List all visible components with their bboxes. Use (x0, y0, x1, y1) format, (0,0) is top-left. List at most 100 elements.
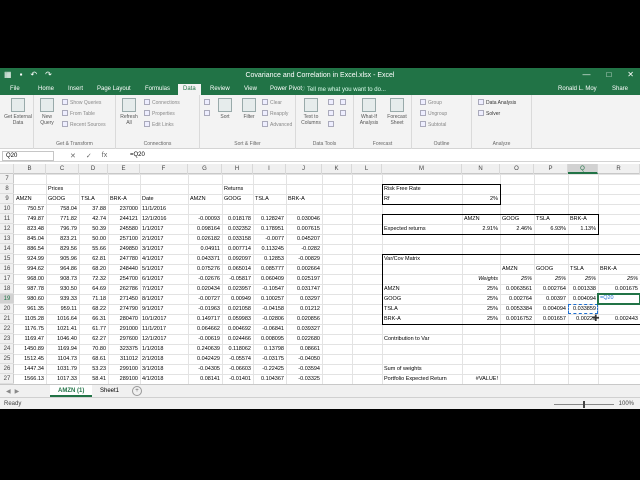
return-cell[interactable]: 0.149717 (190, 314, 220, 324)
return-cell[interactable]: 0.064662 (190, 324, 220, 334)
price-cell[interactable]: 959.11 (48, 304, 77, 314)
return-cell[interactable]: 0.100257 (255, 294, 284, 304)
price-cell[interactable]: 1017.33 (48, 374, 77, 384)
row-header-21[interactable]: 21 (0, 314, 14, 324)
date-cell[interactable]: 7/1/2017 (142, 284, 186, 294)
price-cell[interactable]: 70.80 (81, 344, 106, 354)
return-cell[interactable]: 0.032352 (224, 224, 251, 234)
price-cell[interactable]: 58.41 (81, 374, 106, 384)
price-cell[interactable]: 271450 (110, 294, 138, 304)
weight-cell[interactable]: 25% (600, 274, 638, 284)
price-cell[interactable]: 1105.28 (16, 314, 44, 324)
return-cell[interactable]: 0.021058 (224, 304, 251, 314)
return-cell[interactable]: 0.085777 (255, 264, 284, 274)
function-icon[interactable]: fx (102, 152, 107, 160)
varcov-label[interactable]: Var/Cov Matrix (384, 254, 460, 264)
return-cell[interactable]: 0.023957 (224, 284, 251, 294)
return-cell[interactable]: 0.008095 (255, 334, 284, 344)
matrix-col-header[interactable]: TSLA (570, 264, 596, 274)
return-cell[interactable]: 0.240639 (190, 344, 220, 354)
column-header-k[interactable]: K (322, 164, 352, 174)
date-cell[interactable]: 3/1/2017 (142, 244, 186, 254)
price-cell[interactable]: 311012 (110, 354, 138, 364)
return-cell[interactable]: -0.03175 (255, 354, 284, 364)
sheet-nav-arrows[interactable]: ◀▶ (6, 388, 23, 395)
date-cell[interactable]: 11/1/2016 (142, 204, 186, 214)
price-cell[interactable]: 249850 (110, 244, 138, 254)
price-col-header[interactable]: GOOG (48, 194, 77, 204)
return-cell[interactable]: 0.13798 (255, 344, 284, 354)
price-cell[interactable]: 280470 (110, 314, 138, 324)
matrix-col-header[interactable]: AMZN (502, 264, 532, 274)
text-to-columns-button[interactable]: Text to Columns (298, 98, 324, 126)
cancel-icon[interactable]: ✕ (70, 152, 76, 160)
prices-header[interactable]: Prices (48, 184, 77, 194)
price-cell[interactable]: 924.99 (16, 254, 44, 264)
return-cell[interactable]: -0.04158 (255, 304, 284, 314)
price-cell[interactable]: 1447.34 (16, 364, 44, 374)
return-cell[interactable]: -0.0282 (288, 244, 320, 254)
price-cell[interactable]: 50.39 (81, 224, 106, 234)
row-header-18[interactable]: 18 (0, 284, 14, 294)
date-cell[interactable]: 4/1/2018 (142, 374, 186, 384)
ticker-header[interactable]: TSLA (536, 214, 566, 224)
sort-za-button[interactable] (204, 110, 212, 118)
return-cell[interactable]: -0.00093 (190, 214, 220, 224)
date-cell[interactable]: 1/1/2018 (142, 344, 186, 354)
price-cell[interactable]: 749.87 (16, 214, 44, 224)
recent-sources-button[interactable]: Recent Sources (62, 121, 106, 129)
row-header-7[interactable]: 7 (0, 174, 14, 184)
row-header-14[interactable]: 14 (0, 244, 14, 254)
sum-weights-label[interactable]: Sum of weights (384, 364, 460, 374)
group-button[interactable]: Group (420, 99, 442, 107)
matrix-row-label[interactable]: TSLA (384, 304, 460, 314)
price-cell[interactable]: 964.86 (48, 264, 77, 274)
return-cell[interactable]: -0.05574 (224, 354, 251, 364)
return-col-header[interactable]: AMZN (190, 194, 220, 204)
forecast-sheet-button[interactable]: Forecast Sheet (384, 98, 410, 126)
tab-review[interactable]: Review (210, 86, 230, 92)
column-header-c[interactable]: C (46, 164, 79, 174)
return-cell[interactable]: -0.03594 (288, 364, 320, 374)
ticker-header[interactable]: GOOG (502, 214, 532, 224)
price-cell[interactable]: 62.81 (81, 254, 106, 264)
row-header-13[interactable]: 13 (0, 234, 14, 244)
return-cell[interactable]: 0.039327 (288, 324, 320, 334)
row-header-22[interactable]: 22 (0, 324, 14, 334)
clear-button[interactable]: Clear (262, 99, 282, 107)
matrix-row-label[interactable]: GOOG (384, 294, 460, 304)
return-cell[interactable]: 0.020856 (288, 314, 320, 324)
sort-button[interactable]: Sort (214, 98, 236, 120)
date-cell[interactable]: 8/1/2017 (142, 294, 186, 304)
weight-cell[interactable]: 25% (536, 274, 566, 284)
return-cell[interactable]: 0.007714 (224, 244, 251, 254)
price-cell[interactable]: 939.33 (48, 294, 77, 304)
rf-label[interactable]: Rf (384, 194, 460, 204)
row-header-25[interactable]: 25 (0, 354, 14, 364)
date-cell[interactable]: 2/1/2018 (142, 354, 186, 364)
name-box[interactable]: Q20 (2, 151, 54, 161)
date-cell[interactable]: 4/1/2017 (142, 254, 186, 264)
return-cell[interactable]: 0.020434 (190, 284, 220, 294)
column-header-l[interactable]: L (352, 164, 382, 174)
column-header-q[interactable]: Q (568, 164, 598, 174)
row-header-26[interactable]: 26 (0, 364, 14, 374)
price-cell[interactable]: 61.77 (81, 324, 106, 334)
return-cell[interactable]: 0.043371 (190, 254, 220, 264)
spreadsheet-grid[interactable]: BCDEFGHIJKLMNOPQR 7 8 9 10 11 12 13 14 15 16 17 18 1… (0, 164, 640, 384)
matrix-cell[interactable]: 0.004094 (570, 294, 596, 304)
return-cell[interactable]: 0.065014 (224, 264, 251, 274)
column-header-p[interactable]: P (534, 164, 568, 174)
date-cell[interactable]: 12/1/2017 (142, 334, 186, 344)
matrix-cell[interactable]: 0.001657 (536, 314, 566, 324)
ungroup-button[interactable]: Ungroup (420, 110, 447, 118)
share-button[interactable]: Share (612, 86, 628, 92)
date-cell[interactable]: 11/1/2017 (142, 324, 186, 334)
column-header-o[interactable]: O (500, 164, 534, 174)
price-cell[interactable]: 980.60 (16, 294, 44, 304)
matrix-col-header[interactable]: BRK-A (600, 264, 638, 274)
return-cell[interactable]: 0.004692 (224, 324, 251, 334)
get-external-data-button[interactable]: Get External Data (4, 98, 32, 126)
zoom-slider-knob[interactable] (583, 401, 585, 408)
return-col-header[interactable]: TSLA (255, 194, 284, 204)
